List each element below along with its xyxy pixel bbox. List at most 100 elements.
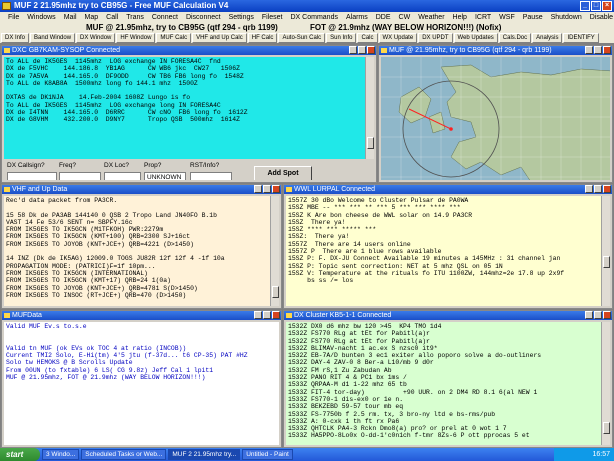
minimize-icon[interactable] <box>254 185 262 193</box>
add-spot-button[interactable]: Add Spot <box>254 166 312 180</box>
menu-item[interactable]: Trans <box>122 12 148 23</box>
rst-input[interactable] <box>190 172 232 180</box>
maximize-icon[interactable] <box>358 46 366 54</box>
menu-item[interactable]: Disable TTS <box>586 12 614 23</box>
toolbar-button[interactable]: Analysis <box>532 33 563 43</box>
toolbar-button[interactable]: DX UPDT <box>418 33 453 43</box>
map-caption[interactable]: MUF @ 21.95mhz, try to CB95G (qtf 294 - … <box>379 46 612 55</box>
maximize-button[interactable]: □ <box>591 1 601 11</box>
menu-item[interactable]: Disconnect <box>182 12 225 23</box>
menu-item[interactable]: Pause <box>519 12 547 23</box>
muf-data-log[interactable]: Valid MUF Ev.s to.s.e Valid tn MUF (ok E… <box>4 322 279 445</box>
menu-item[interactable]: Connect <box>148 12 182 23</box>
taskbar-item[interactable]: MUF 2 21.95mhz try... <box>168 449 241 460</box>
ww-log[interactable]: 1557Z 30 dBo Welcome to Cluster Pulsar d… <box>286 196 610 306</box>
minimize-icon[interactable] <box>585 185 593 193</box>
scrollbar[interactable] <box>365 57 374 159</box>
freq-input[interactable] <box>59 172 101 180</box>
toolbar-button[interactable]: Band Window <box>30 33 76 43</box>
menu-item[interactable]: DDE <box>372 12 395 23</box>
taskbar-item[interactable]: Scheduled Tasks or Web... <box>81 449 167 460</box>
menu-item[interactable]: Map <box>81 12 103 23</box>
close-icon[interactable] <box>603 46 611 54</box>
toolbar-button[interactable]: HF Window <box>116 33 156 43</box>
toolbar-button[interactable]: Web Updates <box>453 33 498 43</box>
toolbar-button[interactable]: Calc <box>357 33 378 43</box>
close-icon[interactable] <box>272 185 280 193</box>
log-line: DX de 7A5VA 144.165.0 DF9ODD CW TB6 FB6 … <box>6 72 244 80</box>
scrollbar[interactable] <box>601 322 610 445</box>
dx-loc-input[interactable] <box>104 172 141 180</box>
close-icon[interactable] <box>367 46 375 54</box>
scrollbar[interactable] <box>270 196 279 306</box>
ww-caption[interactable]: WWL LURPAL Connected <box>284 185 612 194</box>
minimize-icon[interactable] <box>585 311 593 319</box>
toolbar-button[interactable]: MUF Calc <box>156 33 192 43</box>
scroll-thumb[interactable] <box>272 286 279 298</box>
scroll-thumb[interactable] <box>603 256 610 268</box>
dx-cluster-title: DXC GB7KAM-SYSOP Connected <box>12 47 121 54</box>
maximize-icon[interactable] <box>594 46 602 54</box>
log-line: Current TMI2 Solo, E-Hi(tm) 4'5 jtu (f-3… <box>6 352 248 360</box>
cluster2-log[interactable]: 1532Z DX0 d6 mhz bw 120 >45 KP4 TMO 1d4 1… <box>286 322 610 445</box>
toolbar-button[interactable]: DX Info <box>1 33 30 43</box>
menu-item[interactable]: Help <box>449 12 471 23</box>
callsign-input[interactable] <box>7 172 57 180</box>
toolbar-button[interactable]: Sun Info <box>326 33 357 43</box>
menu-item[interactable]: WSF <box>495 12 519 23</box>
menu-item[interactable]: Settings <box>225 12 258 23</box>
close-button[interactable]: × <box>602 1 612 11</box>
mufdata-caption[interactable]: MUFData <box>2 311 281 320</box>
menu-item[interactable]: Weather <box>414 12 448 23</box>
toolbar-button[interactable]: HF Calc <box>247 33 278 43</box>
menu-item[interactable]: ICRT <box>471 12 495 23</box>
menu-item[interactable]: Call <box>102 12 122 23</box>
dx-cluster-caption[interactable]: DXC GB7KAM-SYSOP Connected <box>2 46 376 55</box>
menu-item[interactable]: CW <box>395 12 415 23</box>
menu-item[interactable]: Windows <box>23 12 59 23</box>
menu-item[interactable]: DX Commands <box>287 12 342 23</box>
log-line: 15SZ V: Temperature at the rituals fo IT… <box>288 269 565 277</box>
close-icon[interactable] <box>603 185 611 193</box>
dx-spot-list[interactable]: To ALL de IK5GES 1145mhz LOG exchange IN… <box>4 57 374 159</box>
maximize-icon[interactable] <box>594 185 602 193</box>
scroll-thumb[interactable] <box>367 137 374 149</box>
taskbar-item[interactable]: 3 Windo... <box>42 449 80 460</box>
taskbar-item[interactable]: Untitled - Paint <box>242 449 293 460</box>
menu-item[interactable]: Alarms <box>342 12 372 23</box>
minimize-button[interactable]: _ <box>580 1 590 11</box>
scrollbar[interactable] <box>601 196 610 306</box>
close-icon[interactable] <box>272 311 280 319</box>
log-line: 1532Z DX0 d6 mhz bw 120 >45 KP4 TMO 1d4 <box>288 323 442 330</box>
muf-map[interactable] <box>381 57 610 180</box>
muf-status: MUF @ 21.95mhz, try to CB95G (qtf 294 - … <box>86 23 278 32</box>
maximize-icon[interactable] <box>263 185 271 193</box>
log-line: 1532Z FS770 RLg at tEt for Pabitl(a)r <box>288 337 430 345</box>
menu-item[interactable]: Fileset <box>258 12 287 23</box>
log-line: To ALL de IK5GES 1145mhz LOG exchange lo… <box>6 101 221 109</box>
cluster2-caption[interactable]: DX Cluster KB5-1-1 Connected <box>284 311 612 320</box>
toolbar-button[interactable]: Auto-Sun Calc <box>278 33 326 43</box>
toolbar-button[interactable]: IDENTIFY <box>563 33 599 43</box>
toolbar-button[interactable]: Cals.Doc <box>498 33 532 43</box>
maximize-icon[interactable] <box>594 311 602 319</box>
toolbar-button[interactable]: DX Window <box>76 33 116 43</box>
vhf-caption[interactable]: VHF and Up Data <box>2 185 281 194</box>
scroll-thumb[interactable] <box>603 422 610 434</box>
minimize-icon[interactable] <box>585 46 593 54</box>
menu-item[interactable]: Mail <box>60 12 81 23</box>
mdi-area: DXC GB7KAM-SYSOP Connected To ALL de IK5… <box>0 43 614 448</box>
ww-lines: 1557Z 30 dBo Welcome to Cluster Pulsar d… <box>286 196 610 286</box>
close-icon[interactable] <box>603 311 611 319</box>
prop-select[interactable]: UNKNOWN <box>144 172 186 180</box>
maximize-icon[interactable] <box>263 311 271 319</box>
menu-bar: File Windows Mail Map Call Trans Connect Discon… <box>0 12 614 23</box>
menu-item[interactable]: File <box>4 12 23 23</box>
toolbar-button[interactable]: WX Update <box>378 33 418 43</box>
minimize-icon[interactable] <box>254 311 262 319</box>
start-button[interactable]: start <box>0 448 40 461</box>
vhf-log[interactable]: Rec'd data packet from PA3CR. 15 58 Dk d… <box>4 196 279 306</box>
menu-item[interactable]: Shutdown <box>547 12 586 23</box>
minimize-icon[interactable] <box>349 46 357 54</box>
toolbar-button[interactable]: VHF and Up Calc <box>192 33 247 43</box>
